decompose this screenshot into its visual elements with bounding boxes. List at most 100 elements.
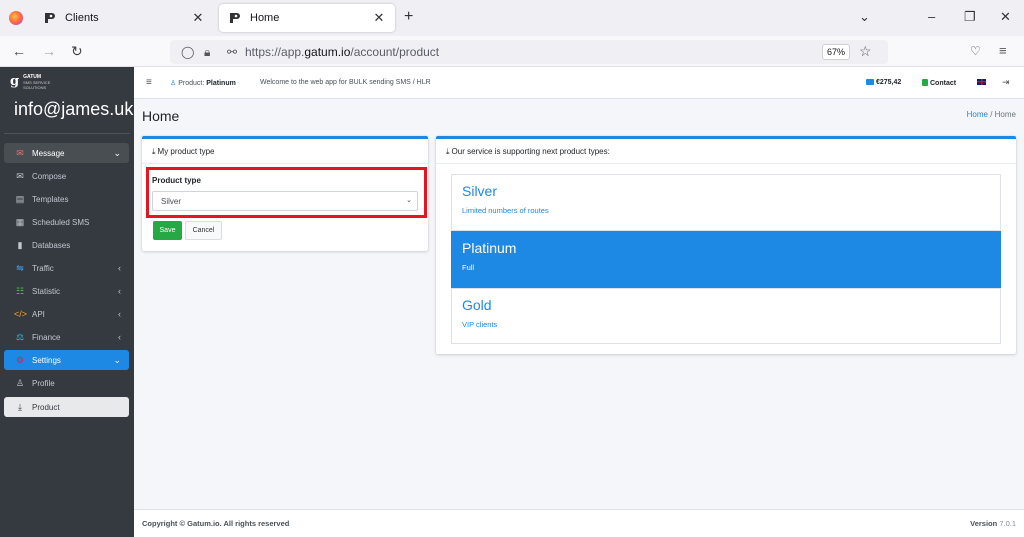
contact-link[interactable]: Contact [922,79,956,87]
page-title: Home [142,108,180,124]
product-type-silver[interactable]: Silver Limited numbers of routes [451,174,1001,231]
lock-icon[interactable]: 🔒︎ [204,45,210,60]
sidebar [0,67,134,537]
url-prefix: https://app. [245,45,305,59]
product-type-label: Product type [152,176,201,185]
card-header: ⤓ My product type [142,139,428,164]
card-header-label: Our service is supporting next product t… [451,147,610,156]
product-prefix: Product: [178,80,205,87]
product-name: Platinum [206,80,236,87]
close-tab-icon[interactable]: ✕ [190,10,206,26]
sidebar-item-label: Statistic [32,286,61,296]
tab-label: Home [250,12,280,24]
pocket-icon[interactable]: ♡ [970,44,981,58]
footer-copyright: Copyright © Gatum.io. All rights reserve… [142,519,290,528]
chevron-left-icon: ‹ [118,286,121,296]
product-type-desc: Full [462,263,475,272]
finance-icon: ⚖ [15,331,25,342]
balance[interactable]: €275,42 [866,79,901,86]
zoom-level-badge[interactable]: 67% [822,44,850,60]
sidebar-item-templates[interactable]: ▤ Templates [4,189,129,209]
language-selector[interactable] [977,79,986,86]
calendar-icon: ▦ [15,216,25,227]
sidebar-item-message[interactable]: ✉ Message ⌄ [4,143,129,163]
message-icon: ✉ [16,147,24,158]
browser-tab-home[interactable]: Home ✕ [219,4,395,32]
statistic-icon: ☷ [15,285,25,296]
sidebar-item-product[interactable]: ⤓ Product [4,397,129,417]
permissions-icon[interactable]: ⚯ [227,45,237,59]
sidebar-item-settings[interactable]: ⚙ Settings ⌄ [4,350,129,370]
url-domain: gatum.io [304,45,351,59]
sidebar-item-label: Finance [32,332,61,342]
browser-tab-clients[interactable]: Clients ✕ [34,4,214,32]
breadcrumb-separator: / [990,110,993,119]
chevron-down-icon: ⌄ [113,147,121,158]
envelope-icon: ✉ [16,170,24,181]
url-path: /account/product [350,45,440,59]
product-type-gold[interactable]: Gold VIP clients [451,288,1001,344]
back-icon[interactable]: ← [12,43,26,59]
card-header-label: My product type [157,147,215,156]
save-button[interactable]: Save [153,221,182,240]
hamburger-menu-icon[interactable]: ≡ [146,77,152,88]
sidebar-item-profile[interactable]: ♙ Profile [4,373,129,393]
user-icon: ♙ [170,80,177,87]
breadcrumb-home-link[interactable]: Home [967,110,988,119]
minimize-icon[interactable]: – [928,9,935,24]
product-type-desc: VIP clients [462,320,498,329]
sidebar-divider [4,133,130,134]
settings-icon: ⚙ [15,354,25,365]
forward-icon[interactable]: → [42,43,56,59]
logout-icon[interactable]: ⇥ [1002,77,1010,88]
breadcrumb-current: Home [994,110,1016,119]
sidebar-item-label: Databases [32,240,71,250]
code-icon: </> [14,309,28,319]
bookmark-star-icon[interactable]: ☆ [859,43,872,60]
product-type-desc: Limited numbers of routes [462,206,549,215]
uk-flag-icon [977,79,986,85]
current-product[interactable]: ♙ Product: Platinum [170,79,236,87]
tab-list-chevron-icon[interactable]: ⌄ [859,9,870,25]
database-icon: ▮ [17,239,23,250]
sidebar-item-label: API [32,309,45,319]
download-icon: ⤓ [18,401,22,412]
cancel-button[interactable]: Cancel [185,221,222,240]
brand-tagline: SMS SERVICE SOLUTIONS [23,79,51,90]
template-icon: ▤ [15,193,25,204]
sidebar-item-api[interactable]: </> API ‹ [4,304,129,324]
product-type-name: Silver [462,183,498,199]
sidebar-item-scheduled-sms[interactable]: ▦ Scheduled SMS [4,212,129,232]
sidebar-item-traffic[interactable]: ⇋ Traffic ‹ [4,258,129,278]
product-type-select[interactable]: Silver ⌄ [152,191,418,211]
gatum-favicon-icon [45,13,55,23]
firefox-logo-icon[interactable] [9,11,23,25]
sidebar-item-statistic[interactable]: ☷ Statistic ‹ [4,281,129,301]
url-text[interactable]: https://app.gatum.io/account/product [245,45,439,59]
product-type-platinum[interactable]: Platinum Full [451,231,1001,288]
wallet-icon [866,79,874,85]
balance-value: €275,42 [876,79,902,86]
menu-icon[interactable]: ≡ [999,43,1007,58]
restore-icon[interactable]: ❐ [964,9,976,25]
sidebar-item-label: Profile [32,378,55,388]
product-type-name: Gold [462,297,492,313]
new-tab-icon[interactable]: + [404,8,413,26]
select-value: Silver [161,197,182,206]
gatum-favicon-icon [230,13,240,23]
tab-label: Clients [65,12,99,24]
contact-icon [922,79,928,86]
close-tab-icon[interactable]: ✕ [371,10,387,26]
close-window-icon[interactable]: ✕ [1000,9,1011,25]
reload-icon[interactable]: ↻ [71,43,83,60]
sidebar-item-compose[interactable]: ✉ Compose [4,166,129,186]
shield-icon[interactable]: ◯ [181,45,194,59]
contact-label: Contact [930,80,957,87]
sidebar-item-finance[interactable]: ⚖ Finance ‹ [4,327,129,347]
brand-logo[interactable]: g GATUM SMS SERVICE SOLUTIONS [10,73,66,91]
sidebar-item-label: Compose [32,171,67,181]
version-label: Version [970,519,998,528]
footer-version: Version 7.0.1 [970,519,1016,528]
sidebar-item-databases[interactable]: ▮ Databases [4,235,129,255]
sidebar-item-label: Message [32,148,65,158]
